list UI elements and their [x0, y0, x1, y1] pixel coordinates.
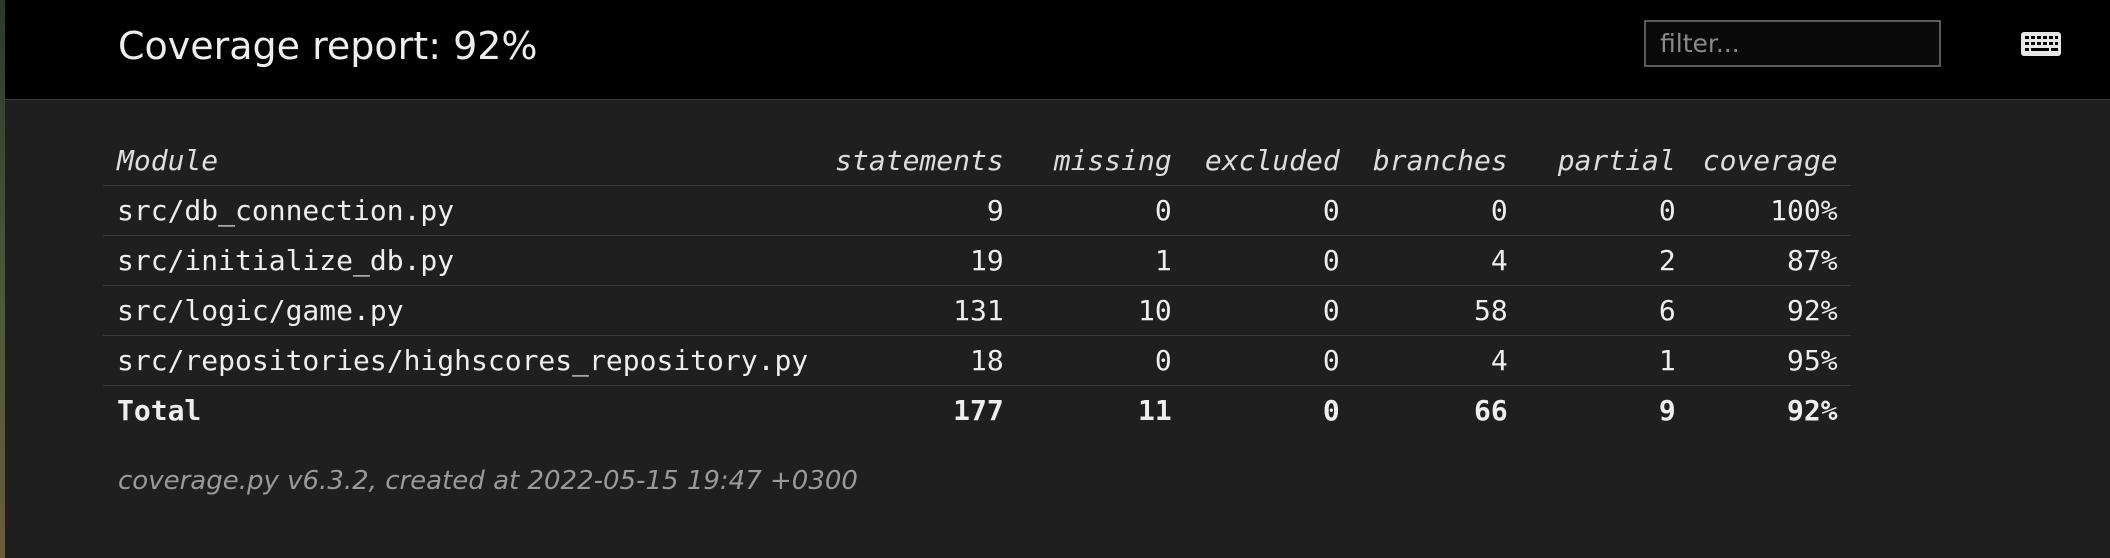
module-link[interactable]: src/db_connection.py [103, 185, 822, 236]
coverage-cell: 87% [1688, 235, 1851, 286]
table-row: src/repositories/highscores_repository.p… [103, 335, 1851, 386]
total-statements: 177 [953, 394, 1004, 427]
partial-cell: 0 [1520, 185, 1689, 236]
keyboard-icon[interactable] [2021, 32, 2061, 56]
missing-cell: 0 [1016, 335, 1185, 386]
branches-cell: 0 [1352, 185, 1521, 236]
total-label: Total [117, 394, 202, 427]
branches-cell: 4 [1352, 235, 1521, 286]
column-header-statements[interactable]: statements [821, 136, 1017, 186]
footer-created-info: coverage.py v6.3.2, created at 2022-05-1… [118, 466, 858, 496]
coverage-table: Module statements missing excluded branc… [103, 136, 1851, 435]
filter-input[interactable] [1644, 20, 1941, 67]
column-header-excluded[interactable]: excluded [1184, 136, 1353, 186]
missing-cell: 0 [1016, 185, 1185, 236]
total-partial: 9 [1658, 394, 1676, 427]
excluded-cell: 0 [1184, 285, 1353, 336]
statements-cell: 9 [821, 185, 1017, 236]
partial-cell: 6 [1520, 285, 1689, 336]
total-branches: 66 [1474, 394, 1508, 427]
total-excluded: 0 [1322, 394, 1340, 427]
statements-cell: 19 [821, 235, 1017, 286]
branches-cell: 58 [1352, 285, 1521, 336]
column-header-partial[interactable]: partial [1520, 136, 1689, 186]
column-header-coverage[interactable]: coverage [1688, 136, 1851, 186]
column-header-module[interactable]: Module [103, 136, 822, 186]
table-row: src/logic/game.py 131 10 0 58 6 92% [103, 285, 1851, 336]
statements-cell: 131 [821, 285, 1017, 336]
table-header-row: Module statements missing excluded branc… [103, 136, 1851, 186]
column-header-branches[interactable]: branches [1352, 136, 1521, 186]
excluded-cell: 0 [1184, 185, 1353, 236]
coverage-cell: 92% [1688, 285, 1851, 336]
total-row: Total 177 11 0 66 9 92% [103, 386, 1851, 436]
excluded-cell: 0 [1184, 235, 1353, 286]
module-link[interactable]: src/repositories/highscores_repository.p… [103, 335, 822, 386]
module-link[interactable]: src/initialize_db.py [103, 235, 822, 286]
keyboard-icon-graphic [2021, 32, 2061, 56]
missing-cell: 1 [1016, 235, 1185, 286]
missing-cell: 10 [1016, 285, 1185, 336]
partial-cell: 2 [1520, 235, 1689, 286]
table-row: src/initialize_db.py 19 1 0 4 2 87% [103, 235, 1851, 286]
table-row: src/db_connection.py 9 0 0 0 0 100% [103, 185, 1851, 236]
coverage-cell: 100% [1688, 185, 1851, 236]
statements-cell: 18 [821, 335, 1017, 386]
column-header-missing[interactable]: missing [1016, 136, 1185, 186]
page-title: Coverage report: 92% [118, 24, 538, 68]
report-header: Coverage report: 92% [5, 0, 2110, 100]
partial-cell: 1 [1520, 335, 1689, 386]
total-coverage: 92% [1787, 394, 1838, 427]
total-missing: 11 [1138, 394, 1172, 427]
branches-cell: 4 [1352, 335, 1521, 386]
module-link[interactable]: src/logic/game.py [103, 285, 822, 336]
excluded-cell: 0 [1184, 335, 1353, 386]
coverage-cell: 95% [1688, 335, 1851, 386]
